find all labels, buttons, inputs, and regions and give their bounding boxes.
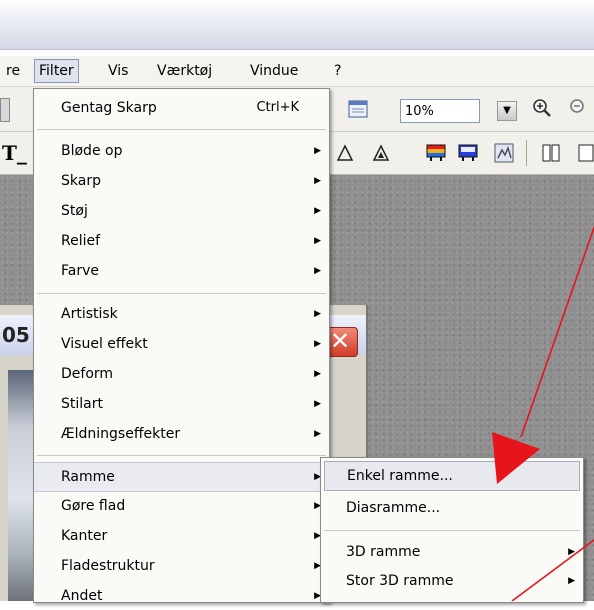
annotation-arrow-line <box>520 225 594 438</box>
annotation-arrows <box>492 225 594 601</box>
annotation-arrow-head <box>492 432 540 484</box>
annotation-arrow-line-lower <box>511 539 594 601</box>
